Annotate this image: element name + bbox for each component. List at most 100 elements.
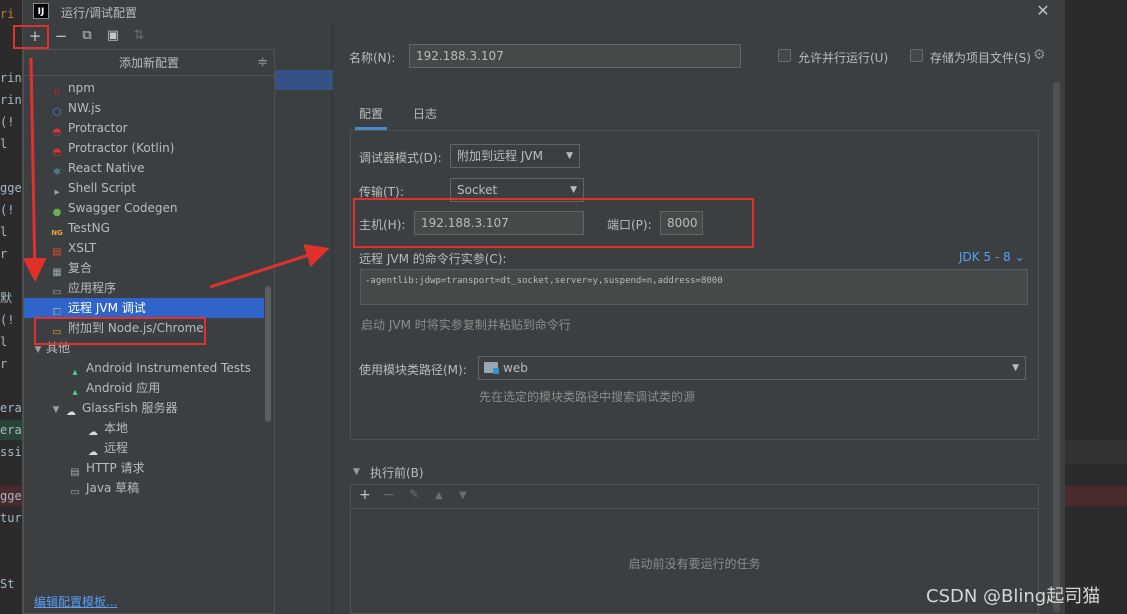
config-type-item[interactable]: ☁ 远程 — [24, 438, 264, 458]
add-config-button[interactable]: + — [25, 26, 45, 46]
editor-code-fragment: r — [0, 247, 8, 261]
editor-code-fragment: ssi — [0, 445, 22, 459]
list-item-label: npm — [68, 81, 95, 95]
title-bar: IJ 运行/调试配置 ✕ — [23, 0, 1065, 22]
list-item-label: Swagger Codegen — [68, 201, 178, 215]
config-type-item[interactable]: ⬡ NW.js — [24, 98, 264, 118]
debugger-mode-select[interactable]: 附加到远程 JVM ▼ — [450, 144, 580, 168]
cmd-args-field[interactable]: -agentlib:jdwp=transport=dt_socket,serve… — [360, 269, 1028, 305]
config-type-item[interactable]: ▴ Android 应用 — [24, 378, 264, 398]
allow-parallel-checkbox[interactable] — [778, 49, 791, 62]
editor-code-fragment: l — [0, 335, 8, 349]
list-item-label: XSLT — [68, 241, 97, 255]
list-item-label: 应用程序 — [68, 281, 117, 295]
move-up-icon[interactable]: ▲ — [435, 490, 443, 501]
remote-jvm-annotation — [34, 317, 206, 345]
list-item-label: NW.js — [68, 101, 101, 115]
config-type-item[interactable]: ▭ Java 草稿 — [24, 478, 264, 498]
debugger-mode-value: 附加到远程 JVM — [457, 149, 543, 163]
config-type-item[interactable]: NG TestNG — [24, 218, 264, 238]
popup-title-text: 添加新配置 — [118, 56, 179, 70]
existing-config-selection[interactable] — [273, 70, 333, 90]
edit-templates-link[interactable]: 编辑配置模板... — [34, 593, 117, 610]
before-launch-toolbar: + − ✎ ▲ ▼ — [351, 485, 1038, 509]
editor-code-fragment: tur — [0, 511, 22, 525]
group-glassfish[interactable]: ▼ ☁ GlassFish 服务器 — [24, 398, 264, 418]
editor-code-fragment: era — [0, 401, 22, 415]
run-debug-dialog: IJ 运行/调试配置 ✕ + − ⧉ ▣ ⇅ 添加新配置 ≑ n npm ⬡ NW.j… — [13, 0, 1065, 614]
config-type-item[interactable]: ▭ 应用程序 — [24, 278, 264, 298]
tab-config[interactable]: 配置 — [355, 100, 388, 130]
editor-code-fragment: (! — [0, 115, 15, 129]
store-project-checkbox[interactable] — [910, 49, 923, 62]
watermark: CSDN @Bling起司猫 — [926, 586, 1101, 607]
config-type-item[interactable]: ● Swagger Codegen — [24, 198, 264, 218]
list-item-label: GlassFish 服务器 — [82, 401, 178, 415]
list-item-label: TestNG — [68, 221, 110, 235]
before-launch-toggle-icon[interactable]: ▼ — [353, 467, 360, 477]
config-type-item[interactable]: ⧠ 远程 JVM 调试 — [24, 298, 264, 318]
pin-icon[interactable]: ≑ — [257, 50, 268, 76]
config-form-panel: 名称(N): 192.188.3.107 允许并行运行(U) 存储为项目文件(S… — [333, 22, 1065, 614]
jdk-version-link[interactable]: JDK 5 - 8 ⌄ — [959, 250, 1025, 264]
editor-code-fragment: rin — [0, 93, 22, 107]
config-type-item[interactable]: ▴ Android Instrumented Tests — [24, 358, 264, 378]
chevron-down-icon[interactable]: ▼ — [50, 400, 62, 420]
close-button[interactable]: ✕ — [1029, 0, 1057, 22]
list-item-label: Protractor — [68, 121, 128, 135]
edit-task-icon[interactable]: ✎ — [409, 487, 419, 501]
module-classpath-label: 使用模块类路径(M): — [359, 363, 467, 377]
config-type-item[interactable]: ⚛ React Native — [24, 158, 264, 178]
cmd-args-label: 远程 JVM 的命令行实参(C): — [359, 252, 507, 266]
move-down-icon[interactable]: ▼ — [459, 490, 467, 501]
config-type-item[interactable]: ▦ 复合 — [24, 258, 264, 278]
config-toolbar: + − ⧉ ▣ ⇅ — [13, 22, 333, 50]
config-type-item[interactable]: ◓ Protractor — [24, 118, 264, 138]
background-editor: ri rin rin (! l gge (! l r 默 (! l r era era ssi gge tur St — [0, 0, 22, 614]
module-value: web — [503, 361, 528, 375]
popup-scrollbar[interactable] — [265, 286, 271, 422]
tab-logs[interactable]: 日志 — [409, 100, 441, 130]
sort-button[interactable]: ⇅ — [129, 26, 149, 46]
allow-parallel-label: 允许并行运行(U) — [798, 51, 889, 65]
name-field[interactable]: 192.188.3.107 — [409, 44, 741, 68]
port-field[interactable]: 8000 — [660, 211, 703, 235]
host-field[interactable]: 192.188.3.107 — [414, 211, 584, 235]
copy-config-button[interactable]: ⧉ — [77, 26, 97, 46]
gear-icon[interactable]: ⚙ — [1033, 47, 1046, 63]
chevron-down-icon: ▼ — [566, 151, 573, 161]
list-item-label: Shell Script — [68, 181, 136, 195]
list-item-label: 本地 — [104, 421, 129, 435]
cmd-args-hint: 启动 JVM 时将实参复制并粘贴到命令行 — [361, 318, 571, 332]
list-item-label: 远程 JVM 调试 — [68, 301, 146, 315]
editor-code-fragment: St — [0, 577, 15, 591]
java-icon: ▭ — [70, 487, 80, 498]
editor-code-fragment: rin — [0, 71, 22, 85]
host-label: 主机(H): — [359, 218, 406, 232]
editor-code-fragment: (! — [0, 313, 15, 327]
config-type-item[interactable]: ☁ 本地 — [24, 418, 264, 438]
config-type-item[interactable]: ▤ HTTP 请求 — [24, 458, 264, 478]
popup-title: 添加新配置 ≑ — [24, 50, 274, 76]
form-scrollbar[interactable] — [1053, 82, 1060, 612]
list-item-label: 复合 — [68, 261, 93, 275]
chevron-down-icon: ▼ — [1012, 363, 1019, 373]
config-type-item[interactable]: ◓ Protractor (Kotlin) — [24, 138, 264, 158]
module-hint: 先在选定的模块类路径中搜索调试类的源 — [479, 390, 696, 404]
store-project-label: 存储为项目文件(S) — [930, 51, 1031, 65]
transport-value: Socket — [457, 183, 498, 197]
editor-code-fragment: 默 — [0, 291, 13, 305]
editor-code-fragment: (! — [0, 203, 15, 217]
remove-task-button[interactable]: − — [383, 487, 395, 503]
config-type-item[interactable]: ▸ Shell Script — [24, 178, 264, 198]
remove-config-button[interactable]: − — [51, 26, 71, 46]
editor-code-fragment: l — [0, 225, 8, 239]
new-folder-button[interactable]: ▣ — [103, 26, 123, 46]
editor-code-fragment: l — [0, 137, 8, 151]
config-type-item[interactable]: ▤ XSLT — [24, 238, 264, 258]
add-task-button[interactable]: + — [359, 487, 371, 503]
editor-code-fragment: era — [0, 420, 22, 440]
config-type-item[interactable]: n npm — [24, 78, 264, 98]
module-classpath-select[interactable]: web ▼ — [478, 356, 1026, 380]
add-config-popup: 添加新配置 ≑ n npm ⬡ NW.js ◓ Protractor ◓ Protractor… — [23, 49, 275, 614]
